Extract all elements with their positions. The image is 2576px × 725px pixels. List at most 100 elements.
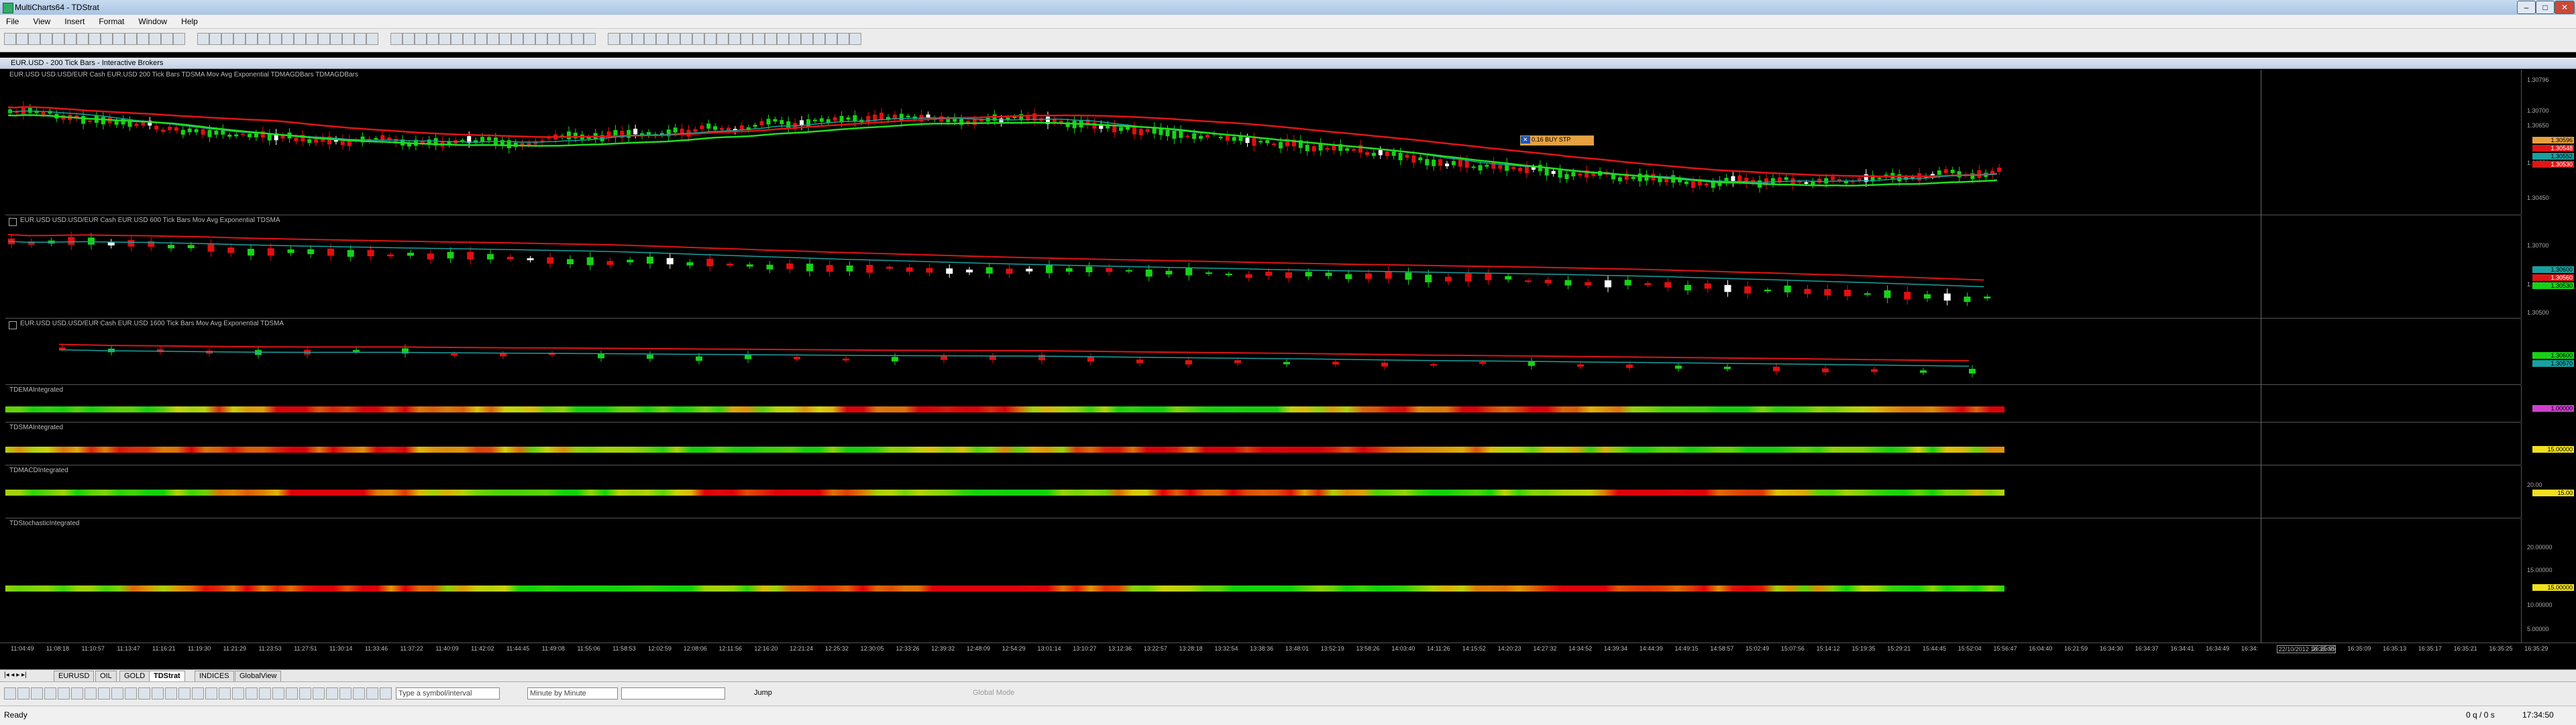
toolbar-button-icon[interactable] (692, 33, 704, 45)
toolbar-button-icon[interactable] (40, 33, 52, 45)
drawing-tool-icon[interactable] (366, 687, 378, 700)
toolbar-button-icon[interactable] (608, 33, 620, 45)
toolbar-button-icon[interactable] (137, 33, 149, 45)
toolbar-button-icon[interactable] (89, 33, 101, 45)
drawing-tool-icon[interactable] (205, 687, 217, 700)
toolbar-button-icon[interactable] (753, 33, 765, 45)
drawing-tool-icon[interactable] (219, 687, 231, 700)
toolbar-button-icon[interactable] (427, 33, 439, 45)
toolbar-button-icon[interactable] (366, 33, 378, 45)
drawing-tool-icon[interactable] (232, 687, 244, 700)
toolbar-button-icon[interactable] (584, 33, 596, 45)
toolbar-button-icon[interactable] (233, 33, 246, 45)
order-marker[interactable]: ✕ 0.16 BUY STP (1520, 135, 1594, 146)
tab-globalview[interactable]: GlobalView (235, 671, 282, 682)
time-axis[interactable]: 11:04:49 11:08:18 11:10:57 11:13:47 11:16:21… (0, 643, 2576, 655)
jump-date-input[interactable] (621, 687, 725, 700)
drawing-tool-icon[interactable] (326, 687, 338, 700)
indicator-pane-tdema[interactable]: TDEMAIntegrated (5, 385, 2521, 423)
toolbar-button-icon[interactable] (777, 33, 789, 45)
menu-insert[interactable]: Insert (58, 15, 91, 26)
price-pane-1600-tick[interactable]: EUR.USD USD.USD/EUR Cash EUR.USD 1600 Ti… (5, 319, 2521, 385)
toolbar-button-icon[interactable] (415, 33, 427, 45)
tab-oil[interactable]: OIL (95, 671, 117, 682)
drawing-tool-icon[interactable] (111, 687, 123, 700)
drawing-tool-icon[interactable] (299, 687, 311, 700)
price-axis-1600-tick[interactable]: 1.30600 1.30570 (2521, 319, 2576, 384)
toolbar-button-icon[interactable] (680, 33, 692, 45)
indicator-pane-tdsma[interactable]: TDSMAIntegrated (5, 423, 2521, 465)
drawing-tool-icon[interactable] (4, 687, 16, 700)
drawing-tool-icon[interactable] (178, 687, 191, 700)
toolbar-button-icon[interactable] (197, 33, 209, 45)
maximize-button[interactable]: □ (2536, 1, 2555, 14)
drawing-tool-icon[interactable] (31, 687, 43, 700)
toolbar-button-icon[interactable] (704, 33, 716, 45)
tab-eurusd[interactable]: EURUSD (54, 671, 95, 682)
toolbar-button-icon[interactable] (765, 33, 777, 45)
toolbar-button-icon[interactable] (789, 33, 801, 45)
jump-button[interactable]: Jump (754, 689, 772, 697)
drawing-tool-icon[interactable] (152, 687, 164, 700)
toolbar-button-icon[interactable] (354, 33, 366, 45)
toolbar-button-icon[interactable] (28, 33, 40, 45)
indicator-pane-tdmacd[interactable]: TDMACDIntegrated (5, 465, 2521, 518)
menu-view[interactable]: View (27, 15, 56, 26)
tab-scroll-arrows-icon[interactable]: |◂ ◂ ▸ ▸| (4, 671, 27, 679)
toolbar-button-icon[interactable] (849, 33, 861, 45)
menu-help[interactable]: Help (175, 15, 204, 26)
drawing-tool-icon[interactable] (138, 687, 150, 700)
toolbar-button-icon[interactable] (282, 33, 294, 45)
toolbar-button-icon[interactable] (402, 33, 415, 45)
toolbar-button-icon[interactable] (161, 33, 173, 45)
toolbar-button-icon[interactable] (813, 33, 825, 45)
toolbar-button-icon[interactable] (270, 33, 282, 45)
toolbar-button-icon[interactable] (547, 33, 559, 45)
drawing-tool-icon[interactable] (380, 687, 392, 700)
drawing-tool-icon[interactable] (44, 687, 56, 700)
drawing-tool-icon[interactable] (165, 687, 177, 700)
axis-tdsma[interactable]: 15.00000 (2521, 423, 2576, 465)
menu-file[interactable]: File (0, 15, 25, 26)
price-pane-200-tick[interactable]: EUR.USD USD.USD/EUR Cash EUR.USD 200 Tic… (5, 70, 2521, 215)
axis-tdema[interactable]: 1.00000 (2521, 385, 2576, 422)
drawing-tool-icon[interactable] (58, 687, 70, 700)
drawing-tool-icon[interactable] (272, 687, 284, 700)
toolbar-button-icon[interactable] (439, 33, 451, 45)
drawing-tool-icon[interactable] (313, 687, 325, 700)
toolbar-button-icon[interactable] (246, 33, 258, 45)
close-button[interactable]: ✕ (2555, 1, 2575, 14)
toolbar-button-icon[interactable] (64, 33, 76, 45)
tab-gold[interactable]: GOLD (119, 671, 150, 682)
toolbar-button-icon[interactable] (4, 33, 16, 45)
toolbar-button-icon[interactable] (149, 33, 161, 45)
menu-window[interactable]: Window (132, 15, 173, 26)
toolbar-button-icon[interactable] (741, 33, 753, 45)
symbol-interval-input[interactable]: Type a symbol/interval (396, 687, 500, 700)
toolbar-button-icon[interactable] (294, 33, 306, 45)
toolbar-button-icon[interactable] (101, 33, 113, 45)
price-pane-600-tick[interactable]: EUR.USD USD.USD/EUR Cash EUR.USD 600 Tic… (5, 215, 2521, 319)
toolbar-button-icon[interactable] (390, 33, 402, 45)
drawing-tool-icon[interactable] (286, 687, 298, 700)
toolbar-button-icon[interactable] (258, 33, 270, 45)
toolbar-button-icon[interactable] (306, 33, 318, 45)
toolbar-button-icon[interactable] (837, 33, 849, 45)
drawing-tool-icon[interactable] (339, 687, 352, 700)
toolbar-button-icon[interactable] (16, 33, 28, 45)
drawing-tool-icon[interactable] (353, 687, 365, 700)
menu-format[interactable]: Format (93, 15, 130, 26)
axis-tdstochastic[interactable]: 20.00000 15.00000 10.00000 5.00000 15.00… (2521, 518, 2576, 643)
toolbar-button-icon[interactable] (487, 33, 499, 45)
toolbar-button-icon[interactable] (499, 33, 511, 45)
toolbar-button-icon[interactable] (318, 33, 330, 45)
minimize-button[interactable]: – (2517, 1, 2536, 14)
toolbar-button-icon[interactable] (76, 33, 89, 45)
price-axis-600-tick[interactable]: 1.30700 1.30600 1.30500 1.30600 1.30560 … (2521, 215, 2576, 318)
drawing-tool-icon[interactable] (125, 687, 137, 700)
toolbar-button-icon[interactable] (113, 33, 125, 45)
drawing-tool-icon[interactable] (98, 687, 110, 700)
toolbar-button-icon[interactable] (209, 33, 221, 45)
toolbar-button-icon[interactable] (716, 33, 729, 45)
toolbar-button-icon[interactable] (535, 33, 547, 45)
